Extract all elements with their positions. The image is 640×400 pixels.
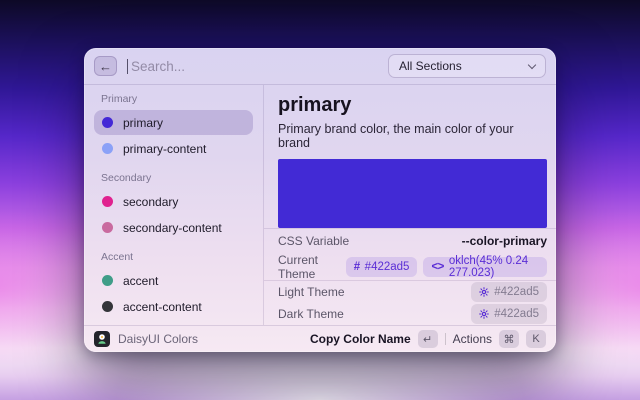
app-window: ← Search... All Sections Primary primary… [84, 48, 556, 352]
section-header-secondary: Secondary [101, 172, 246, 184]
dark-theme-label: Dark Theme [278, 307, 344, 321]
command-key-badge: ⌘ [499, 330, 519, 348]
color-description: Primary brand color, the main color of y… [278, 122, 547, 150]
light-theme-label: Light Theme [278, 285, 345, 299]
color-dot [102, 143, 113, 154]
k-key-badge: K [526, 330, 546, 348]
divider [445, 333, 446, 345]
text-caret [127, 59, 128, 74]
hash-icon: # [354, 261, 360, 273]
sidebar-item-label: accent-content [123, 300, 202, 314]
sections-dropdown[interactable]: All Sections [388, 54, 546, 78]
page-title: primary [278, 94, 547, 117]
css-variable-label: CSS Variable [278, 234, 349, 248]
light-theme-value: #422ad5 [494, 286, 539, 298]
sun-icon [479, 287, 489, 297]
sidebar-item-label: primary [123, 116, 163, 130]
sections-dropdown-value: All Sections [399, 59, 462, 73]
color-dot [102, 222, 113, 233]
app-name: DaisyUI Colors [118, 332, 198, 346]
light-theme-row: Light Theme #422ad5 [278, 281, 547, 303]
color-dot [102, 301, 113, 312]
hex-value: #422ad5 [365, 261, 410, 273]
dark-theme-row: Dark Theme #422ad5 [278, 303, 547, 325]
oklch-value: oklch(45% 0.24 277.023) [449, 255, 539, 279]
css-variable-row: CSS Variable --color-primary [278, 229, 547, 254]
sidebar-item-label: secondary-content [123, 221, 222, 235]
sidebar-item-secondary-content[interactable]: secondary-content [94, 215, 253, 240]
section-header-primary: Primary [101, 93, 246, 105]
color-dot [102, 117, 113, 128]
return-key-badge: ↵ [418, 330, 438, 348]
chevron-down-icon [528, 60, 536, 68]
color-dot [102, 275, 113, 286]
sidebar-item-label: secondary [123, 195, 178, 209]
window-body: Primary primary primary-content Secondar… [84, 85, 556, 325]
sidebar-item-accent-content[interactable]: accent-content [94, 294, 253, 319]
light-theme-tag[interactable]: #422ad5 [471, 282, 547, 302]
current-theme-row: Current Theme # #422ad5 <> oklch(45% 0.2… [278, 254, 547, 280]
sidebar-item-primary[interactable]: primary [94, 110, 253, 135]
sidebar-item-accent[interactable]: accent [94, 268, 253, 293]
color-detail-panel: primary Primary brand color, the main co… [264, 85, 556, 325]
sidebar-item-label: accent [123, 274, 158, 288]
copy-color-name-action[interactable]: Copy Color Name [310, 332, 411, 346]
dark-theme-value: #422ad5 [494, 308, 539, 320]
actions-menu-button[interactable]: Actions [453, 332, 492, 346]
sidebar-item-label: primary-content [123, 142, 206, 156]
current-theme-label: Current Theme [278, 253, 346, 281]
hex-value-tag[interactable]: # #422ad5 [346, 257, 418, 277]
css-variable-value: --color-primary [462, 234, 547, 248]
action-bar: DaisyUI Colors Copy Color Name ↵ Actions… [84, 325, 556, 352]
sidebar-item-secondary[interactable]: secondary [94, 189, 253, 214]
daisyui-app-icon [94, 331, 110, 347]
color-dot [102, 196, 113, 207]
sidebar-item-primary-content[interactable]: primary-content [94, 136, 253, 161]
search-input[interactable]: Search... [131, 59, 185, 74]
search-header: ← Search... All Sections [84, 48, 556, 85]
code-icon: <> [431, 261, 443, 273]
back-arrow-icon: ← [99, 60, 112, 73]
oklch-value-tag[interactable]: <> oklch(45% 0.24 277.023) [423, 257, 547, 277]
section-header-accent: Accent [101, 251, 246, 263]
back-button[interactable]: ← [94, 56, 117, 76]
dark-theme-tag[interactable]: #422ad5 [471, 304, 547, 324]
color-swatch-preview [278, 159, 547, 228]
color-list-sidebar: Primary primary primary-content Secondar… [84, 85, 264, 325]
sun-icon [479, 309, 489, 319]
